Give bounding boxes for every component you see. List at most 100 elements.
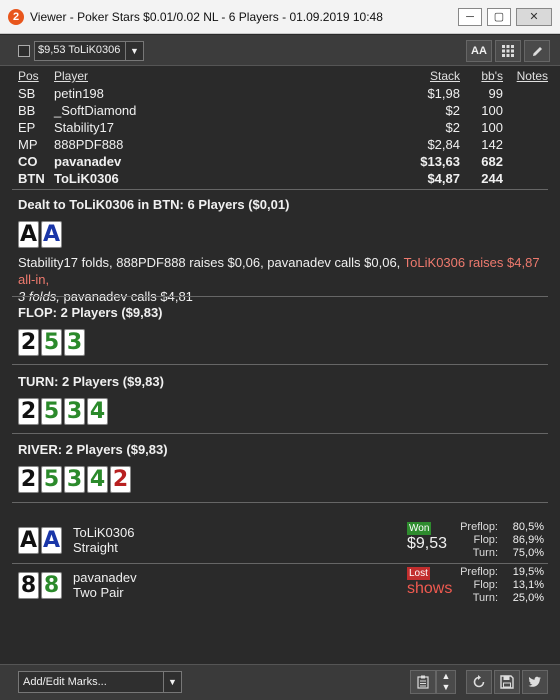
window-title: Viewer - Poker Stars $0.01/0.02 NL - 6 P… — [30, 10, 383, 24]
player-stack: $2 — [445, 103, 460, 118]
preflop-action-text: Stability17 folds, 888PDF888 raises $0,0… — [18, 254, 546, 305]
divider — [12, 502, 548, 503]
twitter-icon — [528, 676, 541, 687]
playing-card: 5 — [41, 329, 62, 356]
player-name: ToLiK0306 — [54, 171, 119, 186]
maximize-button[interactable]: ▢ — [487, 8, 511, 26]
player-name: _SoftDiamond — [54, 103, 137, 118]
playing-card: A — [18, 221, 39, 248]
showdown-hand: Two Pair — [73, 585, 124, 600]
divider — [12, 364, 548, 365]
table-row[interactable]: MP 888PDF888 $2,84 142 — [18, 136, 548, 153]
playing-card: 2 — [110, 466, 131, 493]
select-hand-checkbox[interactable] — [18, 45, 30, 57]
players-table-header: Pos Player Stack bb's Notes — [18, 68, 548, 85]
playing-card: A — [41, 221, 62, 248]
equity-value: 19,5% — [512, 566, 544, 578]
showdown-player-name: ToLiK0306 — [73, 525, 135, 540]
player-position: EP — [18, 120, 36, 135]
showdown-player-name: pavanadev — [73, 570, 137, 585]
table-row[interactable]: CO pavanadev $13,63 682 — [18, 153, 548, 170]
player-bbs: 244 — [481, 171, 503, 186]
close-button[interactable]: ✕ — [516, 8, 552, 26]
player-name: Stability17 — [54, 120, 114, 135]
equity-label: Flop: — [473, 534, 498, 546]
save-button[interactable] — [494, 670, 520, 694]
divider — [12, 189, 548, 190]
equity-label: Preflop: — [460, 566, 498, 578]
col-bbs-header[interactable]: bb's — [481, 68, 503, 85]
stepper-button[interactable]: ▲ ▼ — [436, 670, 456, 694]
chevron-down-icon[interactable]: ▼ — [163, 672, 181, 692]
grid-icon — [502, 45, 514, 57]
equity-value: 80,5% — [512, 521, 544, 533]
divider — [12, 433, 548, 434]
shows-text: shows — [407, 580, 453, 597]
table-row[interactable]: SB petin198 $1,98 99 — [18, 85, 548, 102]
equity-value: 25,0% — [512, 592, 544, 604]
playing-card: 8 — [18, 572, 39, 599]
playing-card: 2 — [18, 398, 39, 425]
hero-cards: A A — [18, 221, 62, 248]
col-notes-header[interactable]: Notes — [517, 68, 548, 85]
chevron-down-icon[interactable]: ▼ — [125, 42, 143, 60]
equity-label: Turn: — [472, 547, 498, 559]
col-stack-header[interactable]: Stack — [430, 68, 460, 85]
playing-card: 3 — [64, 329, 85, 356]
players-table: Pos Player Stack bb's Notes SB petin198 … — [18, 68, 548, 187]
player-bbs: 100 — [481, 103, 503, 118]
player-stack: $4,87 — [427, 171, 460, 186]
table-row[interactable]: BTN ToLiK0306 $4,87 244 — [18, 170, 548, 187]
player-stack: $2 — [445, 120, 460, 135]
player-bbs: 100 — [481, 120, 503, 135]
player-position: BB — [18, 103, 36, 118]
player-position: SB — [18, 86, 36, 101]
stepper-icon: ▲ ▼ — [441, 671, 451, 692]
equity-value: 86,9% — [512, 534, 544, 546]
replay-button[interactable] — [466, 670, 492, 694]
equity-stats: Preflop: 80,5% Flop: 86,9% Turn: 75,0% — [454, 521, 544, 560]
flop-title: FLOP: 2 Players ($9,83) — [18, 305, 163, 320]
equity-label: Turn: — [472, 592, 498, 604]
showdown-cards: 8 8 — [18, 572, 62, 599]
player-stack: $2,84 — [427, 137, 460, 152]
playing-card: 4 — [87, 398, 108, 425]
notes-button[interactable] — [410, 670, 436, 694]
playing-card: 8 — [41, 572, 62, 599]
col-player-header[interactable]: Player — [54, 68, 88, 85]
player-position: BTN — [18, 171, 45, 186]
equity-label: Flop: — [473, 579, 498, 591]
window-titlebar: 2 Viewer - Poker Stars $0.01/0.02 NL - 6… — [0, 0, 560, 34]
table-row[interactable]: BB _SoftDiamond $2 100 — [18, 102, 548, 119]
playing-card: 2 — [18, 329, 39, 356]
playing-card: 3 — [64, 398, 85, 425]
edit-button[interactable] — [524, 40, 550, 62]
action-text: Stability17 folds, 888PDF888 raises $0,0… — [18, 255, 404, 270]
won-amount: $9,53 — [407, 535, 448, 552]
player-stack: $13,63 — [420, 154, 460, 169]
font-size-button[interactable]: AA — [466, 40, 492, 62]
minimize-button[interactable]: ─ — [458, 8, 482, 26]
river-title: RIVER: 2 Players ($9,83) — [18, 442, 168, 457]
clipboard-icon — [417, 675, 429, 689]
player-bbs: 682 — [481, 154, 503, 169]
lost-badge: Lost — [407, 567, 430, 580]
grid-view-button[interactable] — [495, 40, 521, 62]
equity-value: 75,0% — [512, 547, 544, 559]
flop-cards: 2 5 3 — [18, 329, 85, 356]
equity-value: 13,1% — [512, 579, 544, 591]
table-row[interactable]: EP Stability17 $2 100 — [18, 119, 548, 136]
showdown-hand: Straight — [73, 540, 118, 555]
bottom-toolbar: Add/Edit Marks... ▼ ▲ ▼ — [0, 664, 560, 700]
divider — [12, 296, 548, 297]
marks-dropdown[interactable]: Add/Edit Marks... ▼ — [18, 671, 182, 693]
playing-card: A — [18, 527, 39, 554]
player-stack: $1,98 — [427, 86, 460, 101]
river-cards: 2 5 3 4 2 — [18, 466, 131, 493]
replay-icon — [473, 675, 485, 688]
player-position: MP — [18, 137, 38, 152]
marks-dropdown-value: Add/Edit Marks... — [23, 676, 107, 688]
share-twitter-button[interactable] — [522, 670, 548, 694]
hand-select-dropdown[interactable]: $9,53 ToLiK0306 ▼ — [34, 41, 144, 61]
col-pos-header[interactable]: Pos — [18, 68, 39, 85]
